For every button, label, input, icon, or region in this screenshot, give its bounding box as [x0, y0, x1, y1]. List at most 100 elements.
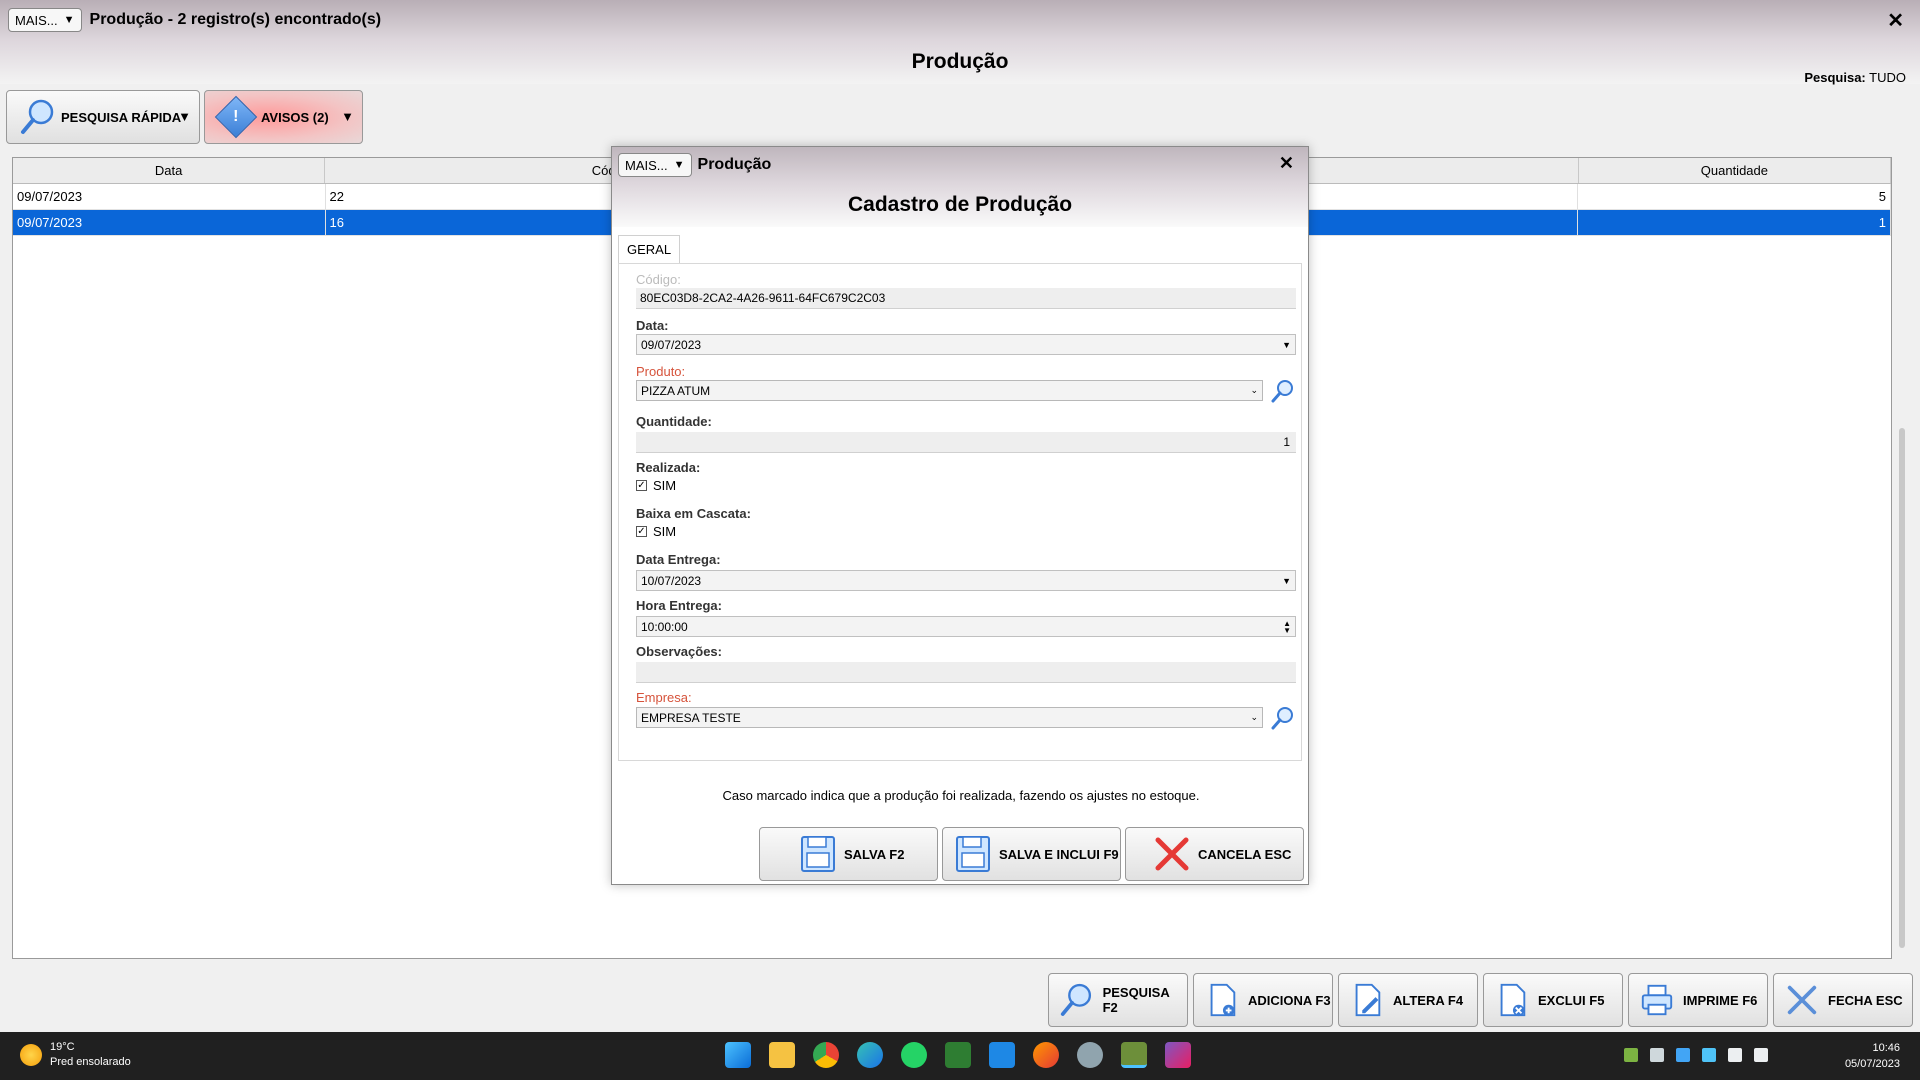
chrome-icon[interactable] — [813, 1042, 839, 1068]
video-editor-icon[interactable] — [1165, 1042, 1191, 1068]
cell-data: 09/07/2023 — [13, 184, 326, 209]
column-header-codigo[interactable]: Códi — [325, 158, 624, 183]
save-and-include-button[interactable]: SALVA E INCLUI F9 — [942, 827, 1121, 881]
security-icon[interactable] — [1676, 1048, 1690, 1062]
mais-label: MAIS... — [15, 12, 58, 28]
help-hint: Caso marcado indica que a produção foi r… — [722, 788, 1200, 803]
dialog-title: Produção — [697, 156, 772, 173]
windows-start-icon[interactable] — [725, 1042, 751, 1068]
cell-quantidade: 5 — [1578, 184, 1891, 209]
tab-geral[interactable]: GERAL — [618, 235, 681, 263]
spreadsheet-icon[interactable] — [945, 1042, 971, 1068]
hora-entrega-time-field[interactable]: 10:00:00 ▲ ▼ — [636, 616, 1296, 637]
vertical-scrollbar[interactable] — [1899, 428, 1905, 948]
produto-select[interactable]: PIZZA ATUM ⌄ — [636, 380, 1263, 401]
data-date-picker[interactable]: 09/07/2023 ▼ — [636, 334, 1296, 355]
sun-icon — [20, 1044, 42, 1066]
close-icon[interactable]: ✕ — [1279, 153, 1294, 174]
empresa-search-icon[interactable] — [1270, 705, 1296, 731]
data-entrega-value: 10/07/2023 — [641, 573, 702, 588]
baixa-cascata-option: SIM — [653, 524, 677, 539]
chevron-down-icon[interactable]: ▼ — [1282, 340, 1291, 350]
produto-value: PIZZA ATUM — [641, 383, 711, 398]
window-title: Produção - 2 registro(s) encontrado(s) — [89, 11, 382, 28]
weather-description: Pred ensolarado — [50, 1056, 131, 1068]
empresa-value: EMPRESA TESTE — [641, 710, 741, 725]
search-button[interactable]: PESQUISA F2 — [1048, 973, 1188, 1027]
warnings-button[interactable]: ! AVISOS (2) ▼ — [204, 90, 363, 144]
usb-icon[interactable] — [1650, 1048, 1664, 1062]
data-entrega-date-picker[interactable]: 10/07/2023 ▼ — [636, 570, 1296, 591]
mais-label: MAIS... — [625, 157, 668, 173]
taskbar-apps — [725, 1042, 1191, 1068]
erp-app-icon[interactable] — [1121, 1042, 1147, 1068]
mail-icon[interactable] — [989, 1042, 1015, 1068]
cloud-icon[interactable] — [1702, 1048, 1716, 1062]
whatsapp-icon[interactable] — [901, 1042, 927, 1068]
produto-label: Produto: — [636, 364, 686, 379]
tray-app-icon[interactable] — [1624, 1048, 1638, 1062]
codigo-label: Código: — [636, 272, 681, 287]
floppy-save-icon — [956, 836, 990, 872]
edit-button[interactable]: ALTERA F4 — [1338, 973, 1478, 1027]
system-clock[interactable]: 10:46 05/07/2023 — [1845, 1040, 1900, 1072]
system-tray — [1624, 1048, 1768, 1062]
data-value: 09/07/2023 — [641, 337, 702, 352]
data-entrega-label: Data Entrega: — [636, 552, 721, 567]
column-header-data[interactable]: Data — [13, 158, 326, 183]
quick-search-button[interactable]: PESQUISA RÁPIDA ▼ — [6, 90, 200, 144]
clock-time: 10:46 — [1872, 1042, 1900, 1054]
search-status: Pesquisa: TUDO — [1804, 70, 1906, 85]
network-icon[interactable] — [1728, 1048, 1742, 1062]
cell-data: 09/07/2023 — [13, 210, 326, 235]
close-window-button[interactable]: FECHA ESC — [1773, 973, 1913, 1027]
add-button[interactable]: ADICIONA F3 — [1193, 973, 1333, 1027]
edit-document-icon — [1355, 983, 1381, 1017]
save-button[interactable]: SALVA F2 — [759, 827, 938, 881]
file-explorer-icon[interactable] — [769, 1042, 795, 1068]
dialog-header: Cadastro de Produção — [612, 183, 1308, 227]
realizada-checkbox[interactable]: ✓ SIM — [636, 478, 676, 493]
chevron-down-icon[interactable]: ⌄ — [1250, 712, 1258, 723]
quantidade-field[interactable]: 1 — [636, 432, 1296, 453]
mais-menu-button[interactable]: MAIS... ▼ — [8, 8, 82, 32]
cancel-label: CANCELA ESC — [1198, 846, 1292, 862]
search-status-value: TUDO — [1869, 70, 1906, 85]
cell-quantidade: 1 — [1578, 210, 1891, 235]
delete-button[interactable]: EXCLUI F5 — [1483, 973, 1623, 1027]
close-icon[interactable]: ✕ — [1887, 8, 1904, 33]
chevron-down-icon[interactable]: ⌄ — [1250, 385, 1258, 396]
firefox-icon[interactable] — [1033, 1042, 1059, 1068]
weather-widget[interactable]: 19°C Pred ensolarado — [20, 1040, 131, 1070]
codigo-field: 80EC03D8-2CA2-4A26-9611-64FC679C2C03 — [636, 288, 1296, 309]
search-status-label: Pesquisa: — [1804, 70, 1866, 85]
settings-icon[interactable] — [1077, 1042, 1103, 1068]
baixa-cascata-checkbox[interactable]: ✓ SIM — [636, 524, 676, 539]
observacoes-label: Observações: — [636, 644, 722, 659]
volume-icon[interactable] — [1754, 1048, 1768, 1062]
close-label: FECHA ESC — [1828, 992, 1903, 1008]
edge-icon[interactable] — [857, 1042, 883, 1068]
magnifier-icon — [21, 99, 54, 134]
dropdown-arrow-icon[interactable]: ▼ — [178, 109, 191, 124]
floppy-save-icon — [801, 836, 835, 872]
print-button[interactable]: IMPRIME F6 — [1628, 973, 1768, 1027]
chevron-down-icon[interactable]: ▼ — [1282, 576, 1291, 586]
realizada-label: Realizada: — [636, 460, 701, 475]
column-header-quantidade[interactable]: Quantidade — [1579, 158, 1891, 183]
clock-date: 05/07/2023 — [1844, 1058, 1900, 1070]
observacoes-field[interactable] — [636, 662, 1296, 683]
produto-search-icon[interactable] — [1270, 378, 1296, 404]
dropdown-arrow-icon[interactable]: ▼ — [341, 109, 354, 124]
cancel-button[interactable]: CANCELA ESC — [1125, 827, 1304, 881]
empresa-select[interactable]: EMPRESA TESTE ⌄ — [636, 707, 1263, 728]
checkmark-icon: ✓ — [636, 480, 647, 491]
tab-panel-geral: Código: 80EC03D8-2CA2-4A26-9611-64FC679C… — [618, 263, 1302, 761]
add-label: ADICIONA F3 — [1248, 992, 1331, 1008]
dialog-mais-menu-button[interactable]: MAIS... ▼ — [618, 153, 692, 177]
spinner-icon[interactable]: ▲ ▼ — [1283, 619, 1291, 634]
checkmark-icon: ✓ — [636, 526, 647, 537]
page-header: Produção Pesquisa: TUDO — [0, 40, 1920, 85]
quick-search-label: PESQUISA RÁPIDA — [61, 109, 182, 125]
production-dialog: MAIS... ▼ Produção ✕ Cadastro de Produçã… — [611, 146, 1309, 885]
